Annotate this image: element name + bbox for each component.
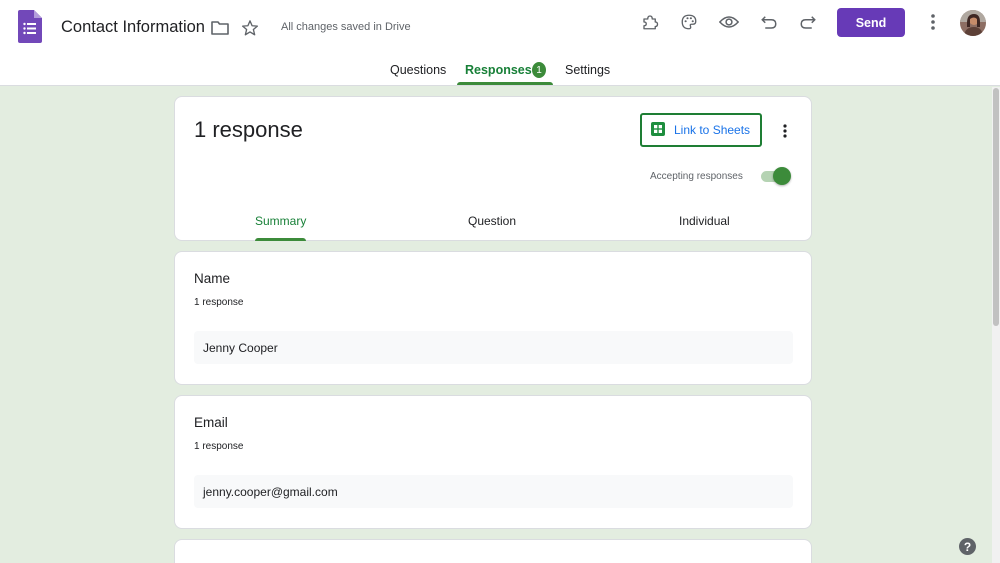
folder-icon[interactable] <box>210 18 230 38</box>
help-icon[interactable]: ? <box>959 538 976 555</box>
active-subtab-indicator <box>255 238 306 241</box>
sheets-icon <box>651 121 665 139</box>
tab-questions[interactable]: Questions <box>390 63 446 77</box>
redo-icon[interactable] <box>798 12 818 32</box>
accepting-responses-label: Accepting responses <box>650 171 743 182</box>
more-vert-icon[interactable] <box>923 12 943 32</box>
document-title[interactable]: Contact Information <box>61 18 205 37</box>
answer-item: jenny.cooper@gmail.com <box>194 475 793 508</box>
answer-item: Jenny Cooper <box>194 331 793 364</box>
responses-count-title: 1 response <box>194 117 303 142</box>
palette-icon[interactable] <box>679 12 699 32</box>
avatar[interactable] <box>960 10 986 36</box>
question-response-count: 1 response <box>194 441 244 452</box>
tab-settings[interactable]: Settings <box>565 63 610 77</box>
star-icon[interactable] <box>240 18 260 38</box>
google-forms-icon[interactable] <box>18 10 42 43</box>
question-card: Email 1 response jenny.cooper@gmail.com <box>174 395 812 529</box>
active-tab-indicator <box>457 82 553 85</box>
question-title: Name <box>194 271 231 286</box>
subtab-summary[interactable]: Summary <box>255 214 306 228</box>
link-to-sheets-label: Link to Sheets <box>674 123 751 137</box>
link-to-sheets-button[interactable]: Link to Sheets <box>640 113 762 147</box>
save-status: All changes saved in Drive <box>281 21 411 33</box>
undo-icon[interactable] <box>759 12 779 32</box>
toggle-thumb[interactable] <box>773 167 791 185</box>
tab-responses[interactable]: Responses <box>465 63 532 77</box>
top-bar: Contact Information All changes saved in… <box>0 0 1000 86</box>
question-card-partial <box>174 539 812 563</box>
responses-count-badge: 1 <box>532 62 546 78</box>
question-title: Email <box>194 415 228 430</box>
question-card: Name 1 response Jenny Cooper <box>174 251 812 385</box>
preview-eye-icon[interactable] <box>718 12 740 32</box>
add-ons-icon[interactable] <box>640 12 660 32</box>
subtab-question[interactable]: Question <box>468 214 516 228</box>
question-response-count: 1 response <box>194 297 244 308</box>
subtab-individual[interactable]: Individual <box>679 214 730 228</box>
responses-summary-card: 1 response Link to Sheets Accepting resp… <box>174 96 812 241</box>
responses-more-vert-icon[interactable] <box>779 121 791 141</box>
scrollbar-thumb[interactable] <box>993 88 999 326</box>
send-button[interactable]: Send <box>837 8 905 37</box>
